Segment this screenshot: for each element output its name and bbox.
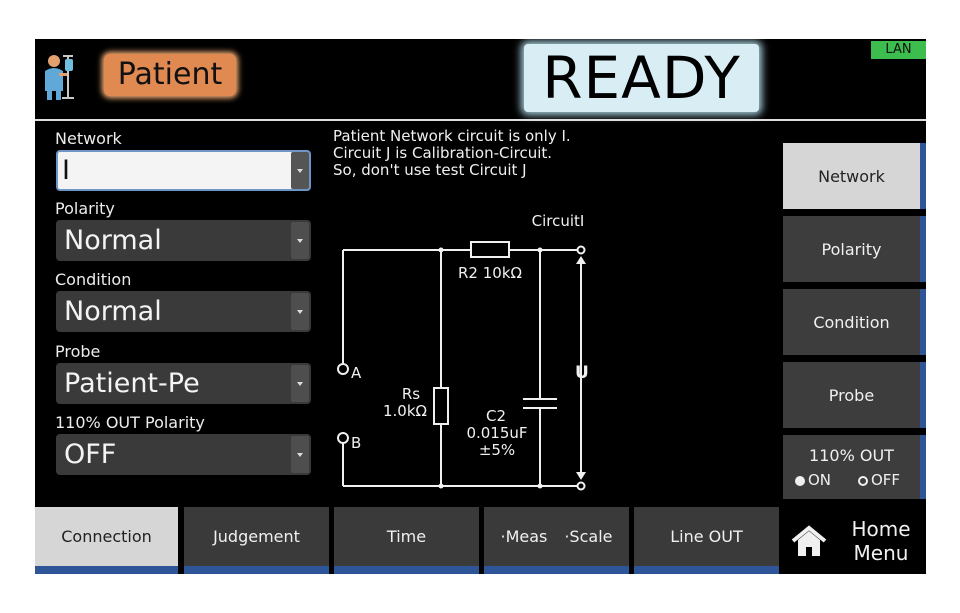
header-divider [35,119,926,121]
node-b-label: B [351,434,361,452]
info-line: Circuit J is Calibration-Circuit. [333,144,553,162]
tab-meas-label: ·Meas [500,527,548,546]
tab-time-label: Time [386,527,427,546]
tab-time[interactable]: Time [334,507,479,574]
condition-value: Normal [64,296,162,327]
node-a-label: A [351,364,362,382]
tab-judgement[interactable]: Judgement [184,507,329,574]
instrument-screen: Patient READY LAN Network I Polarity Nor… [35,39,926,574]
probe-dropdown[interactable]: Patient-Pe [56,363,311,404]
tab-judgement-label: Judgement [213,527,300,546]
network-dropdown[interactable]: I [56,150,311,191]
out-polarity-label: 110% OUT Polarity [55,413,205,432]
side-condition-label: Condition [813,312,890,332]
side-probe-button[interactable]: Probe [783,362,926,428]
out-toggle-label: 110% OUT [809,446,894,465]
network-label: Network [55,129,122,148]
tab-accent-bar [484,566,629,574]
home-icon [791,525,827,556]
chevron-down-icon[interactable] [291,293,309,330]
c2-tolerance: ±5% [479,441,515,459]
radio-empty-icon [858,476,868,486]
out-off-radio[interactable]: OFF [858,471,900,489]
side-network-label: Network [818,166,885,186]
accent-bar [920,216,926,282]
out-polarity-value: OFF [64,439,117,470]
tab-accent-bar [334,566,479,574]
out-off-label: OFF [871,471,901,489]
status-display: READY [524,44,759,112]
rs-name: Rs [402,385,420,403]
polarity-dropdown[interactable]: Normal [56,220,311,261]
node-b [337,432,349,444]
probe-value: Patient-Pe [64,368,200,399]
network-value: I [62,155,70,186]
out-polarity-dropdown[interactable]: OFF [56,434,311,475]
lan-badge: LAN [871,41,926,59]
mode-badge: Patient [104,54,236,96]
side-network-button[interactable]: Network [783,143,926,209]
radio-filled-icon [795,476,805,486]
side-condition-button[interactable]: Condition [783,289,926,355]
tab-scale-label: ·Scale [564,527,613,546]
tab-connection[interactable]: Connection [35,507,178,574]
tab-meas-scale-content: ·Meas ·Scale [484,507,629,566]
c2-name: C2 [486,407,506,425]
condition-dropdown[interactable]: Normal [56,291,311,332]
r2-resistor [470,241,510,258]
tab-accent-bar [35,566,178,574]
condition-label: Condition [55,270,132,289]
tab-meas-scale[interactable]: ·Meas ·Scale [484,507,629,574]
circuit-title: CircuitI [532,212,585,230]
home-label-line1: Home [851,517,911,541]
accent-bar [920,289,926,355]
accent-bar [920,435,926,499]
home-menu-label: Home Menu [845,517,917,565]
polarity-label: Polarity [55,199,115,218]
chevron-down-icon[interactable] [291,152,309,189]
out-on-radio[interactable]: ON [795,471,831,489]
patient-icon [45,55,74,100]
chevron-down-icon[interactable] [291,222,309,259]
out-toggle-button[interactable]: 110% OUT ON OFF [783,435,926,499]
tab-accent-bar [634,566,779,574]
side-polarity-label: Polarity [821,239,882,259]
home-label-line2: Menu [853,541,909,565]
tab-accent-bar [184,566,329,574]
voltage-label: U [575,363,589,383]
out-on-label: ON [808,471,832,489]
side-probe-label: Probe [828,385,875,405]
home-menu-button[interactable]: Home Menu [783,507,926,574]
rs-value: 1.0kΩ [383,402,427,420]
info-line: So, don't use test Circuit J [333,161,527,179]
tab-line-out-label: Line OUT [670,527,743,546]
circuit-diagram: CircuitI R2 10kΩ A B Rs 1.0kΩ C2 0.015uF [337,212,589,491]
c2-value: 0.015uF [466,424,527,442]
accent-bar [920,143,926,209]
chevron-down-icon[interactable] [291,365,309,402]
info-line: Patient Network circuit is only I. [333,127,571,145]
node-a [337,363,349,375]
r2-label: R2 10kΩ [458,264,522,282]
tab-connection-label: Connection [61,527,152,546]
side-polarity-button[interactable]: Polarity [783,216,926,282]
rs-resistor [433,387,449,425]
polarity-value: Normal [64,225,162,256]
tab-line-out[interactable]: Line OUT [634,507,779,574]
info-message: Patient Network circuit is only I. Circu… [333,128,571,179]
probe-label: Probe [55,342,101,361]
accent-bar [920,362,926,428]
chevron-down-icon[interactable] [291,436,309,473]
